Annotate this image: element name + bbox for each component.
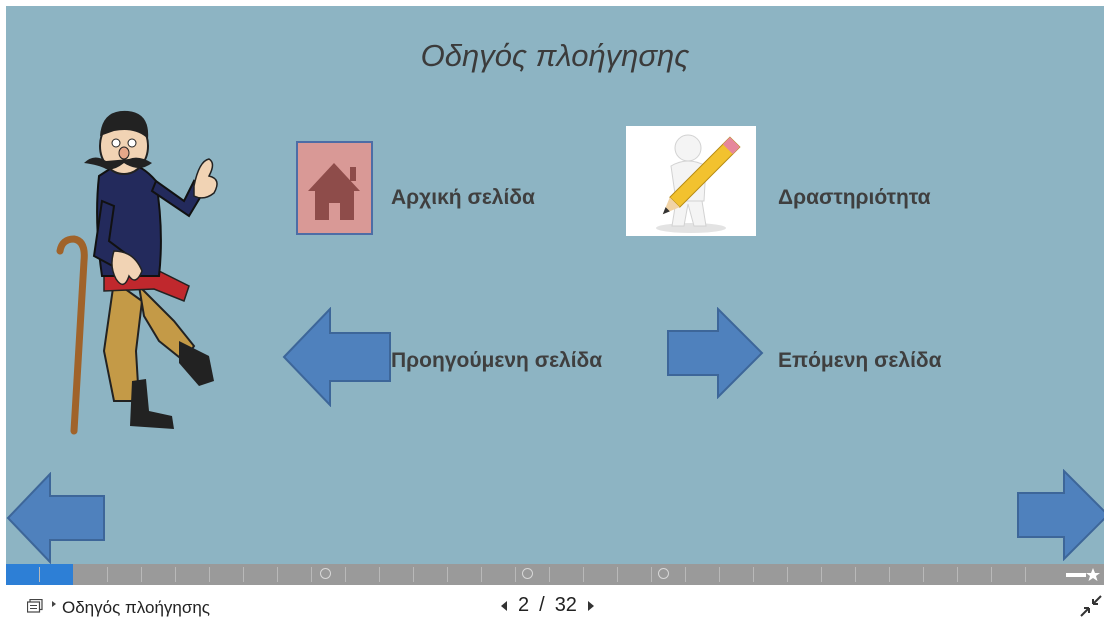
bottom-toolbar: Οδηγός πλοήγησης 2 / 32 <box>0 585 1110 623</box>
progress-segment <box>175 567 176 582</box>
progress-segment <box>379 567 380 582</box>
progress-segment <box>311 567 312 582</box>
next-page-arrow[interactable] <box>666 307 764 399</box>
total-pages: 32 <box>554 594 577 616</box>
progress-segment <box>685 567 686 582</box>
right-arrow-icon[interactable] <box>1016 469 1104 561</box>
progress-segment <box>1025 567 1026 582</box>
progress-segment <box>481 567 482 582</box>
progress-segment <box>855 567 856 582</box>
pencil-figure-icon <box>656 134 741 233</box>
left-arrow-icon[interactable] <box>6 472 106 564</box>
progress-segment <box>889 567 890 582</box>
home-link[interactable]: Αρχική σελίδα <box>391 186 535 210</box>
progress-segment <box>39 567 40 582</box>
progress-segment <box>209 567 210 582</box>
table-of-contents-icon[interactable] <box>27 599 43 613</box>
progress-segment <box>277 567 278 582</box>
previous-slide-icon[interactable] <box>500 600 508 612</box>
exit-fullscreen-icon[interactable] <box>1080 595 1102 617</box>
progress-segment <box>991 567 992 582</box>
progress-segment <box>719 567 720 582</box>
progress-segment <box>957 567 958 582</box>
activity-image-button[interactable] <box>626 126 756 236</box>
next-page-link[interactable]: Επόμενη σελίδα <box>778 349 942 373</box>
home-button[interactable] <box>296 141 373 235</box>
section-marker[interactable] <box>320 568 331 579</box>
slide-progress-bar[interactable] <box>6 564 1104 585</box>
progress-segment <box>345 567 346 582</box>
progress-segment <box>107 567 108 582</box>
progress-segment <box>821 567 822 582</box>
progress-segment <box>651 567 652 582</box>
slide-title: Οδηγός πλοήγησης <box>420 38 690 73</box>
caret-right-icon <box>52 601 56 607</box>
progress-segment <box>447 567 448 582</box>
progress-segment <box>549 567 550 582</box>
section-marker[interactable] <box>522 568 533 579</box>
progress-segment <box>787 567 788 582</box>
progress-segment <box>617 567 618 582</box>
slide-canvas: Οδηγός πλοήγησης Αρχική σελίδα Δραστηριό… <box>6 6 1104 564</box>
progress-segment <box>753 567 754 582</box>
previous-page-link[interactable]: Προηγούμενη σελίδα <box>391 349 602 373</box>
progress-segment <box>141 567 142 582</box>
page-separator: / <box>539 594 545 616</box>
previous-page-arrow[interactable] <box>282 307 392 407</box>
progress-segment <box>923 567 924 582</box>
toc-slide-title[interactable]: Οδηγός πλοήγησης <box>62 598 210 618</box>
progress-segment <box>243 567 244 582</box>
house-icon <box>308 163 360 220</box>
progress-segment <box>583 567 584 582</box>
character-illustration <box>56 110 218 435</box>
favorite-star-icon[interactable] <box>1064 567 1102 582</box>
current-page-number: 2 <box>518 594 530 616</box>
section-marker[interactable] <box>658 568 669 579</box>
page-navigator: 2 / 32 <box>500 594 595 617</box>
activity-link[interactable]: Δραστηριότητα <box>778 186 931 210</box>
progress-segment <box>413 567 414 582</box>
progress-segment <box>515 567 516 582</box>
next-slide-icon[interactable] <box>587 600 595 612</box>
